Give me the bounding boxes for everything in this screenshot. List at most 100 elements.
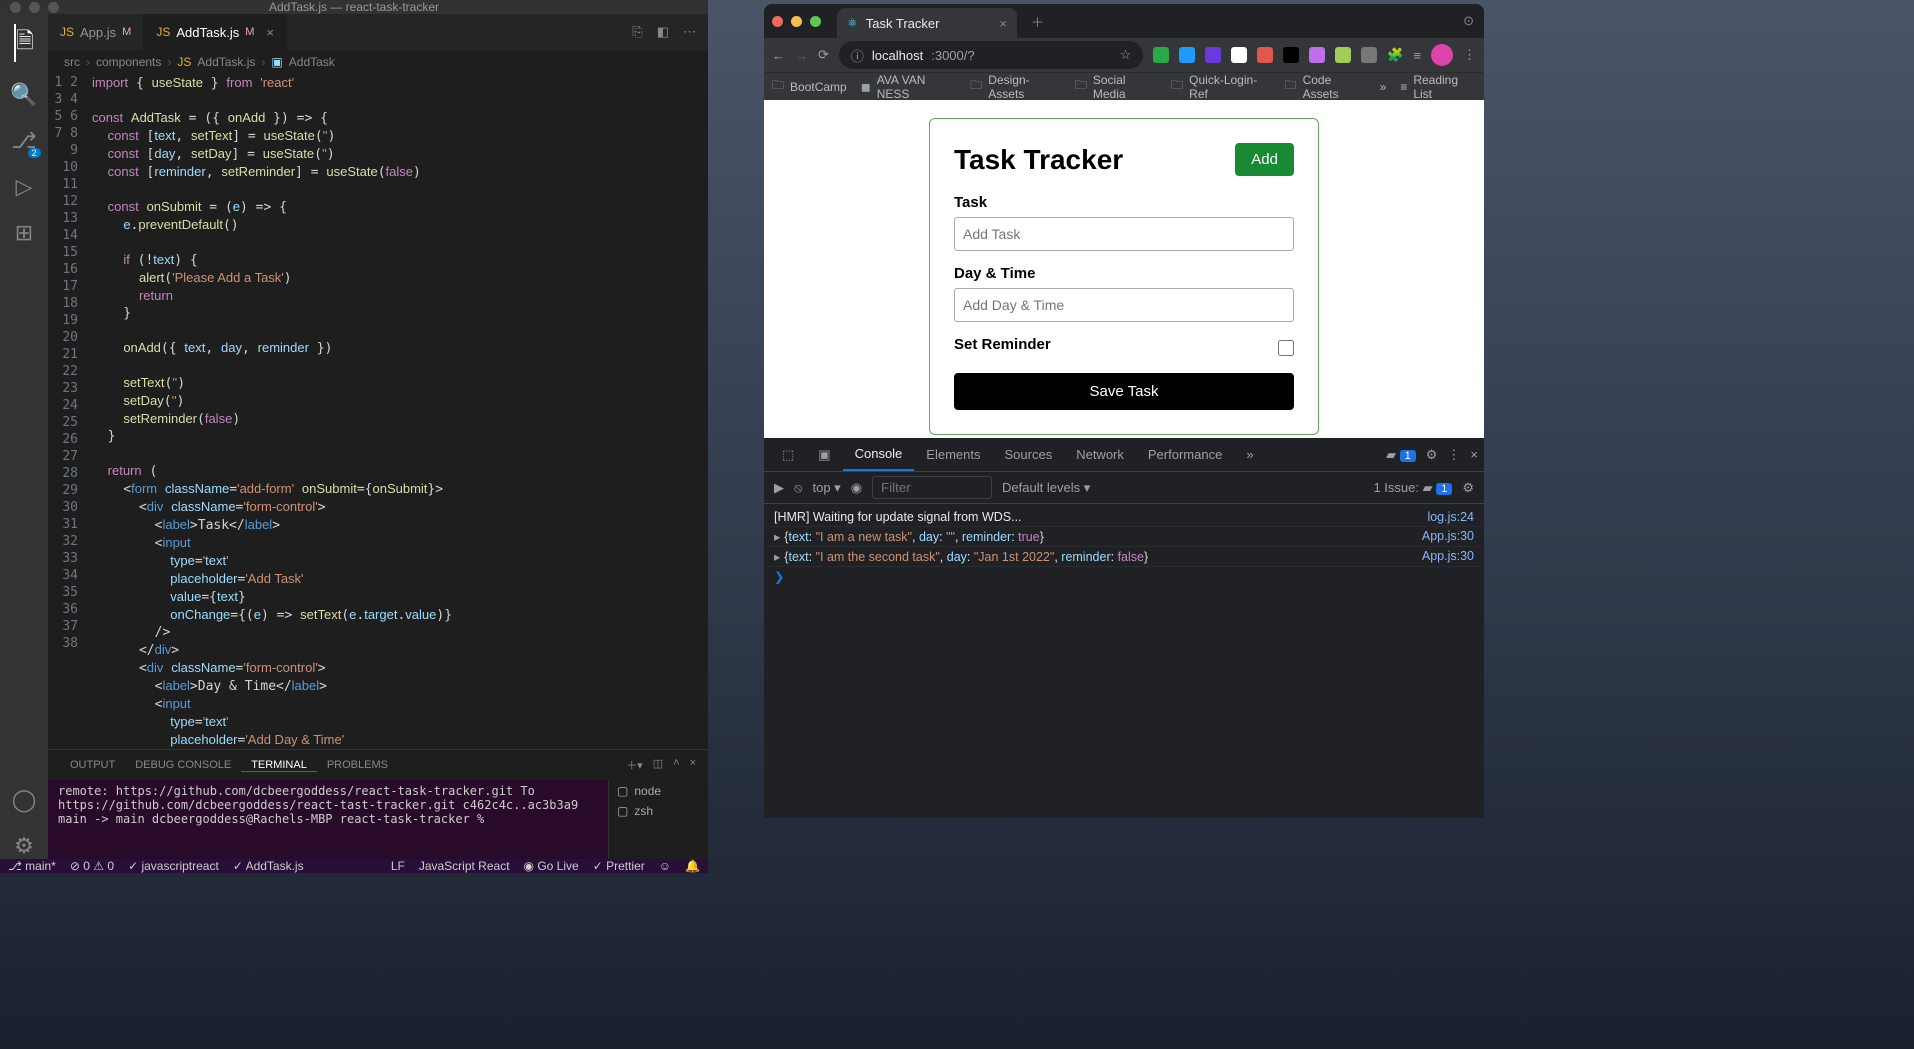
console-output[interactable]: [HMR] Waiting for update signal from WDS… <box>764 504 1484 818</box>
save-task-button[interactable]: Save Task <box>954 373 1294 410</box>
feedback-icon[interactable]: ☺ <box>659 859 671 873</box>
tab-elements[interactable]: Elements <box>914 438 992 471</box>
extension-icon[interactable] <box>1309 47 1325 63</box>
bookmark-item[interactable]: 🗀Design-Assets <box>970 73 1061 101</box>
panel-tab-problems[interactable]: PROBLEMS <box>317 759 398 771</box>
terminal[interactable]: remote: https://github.com/dcbeergoddess… <box>48 780 608 859</box>
bell-icon[interactable]: 🔔 <box>685 859 700 873</box>
code-editor[interactable]: 1 2 3 4 5 6 7 8 9 10 11 12 13 14 15 16 1… <box>48 74 708 749</box>
bookmark-item[interactable]: ◼AVA VAN NESS <box>861 73 957 101</box>
console-row[interactable]: ▸{text: "I am the second task", day: "Ja… <box>764 547 1484 567</box>
issues-link[interactable]: 1 Issue: ▰ 1 <box>1373 480 1452 496</box>
debug-icon[interactable]: ▷ <box>16 174 33 200</box>
close-icon[interactable] <box>772 16 783 27</box>
maximize-icon[interactable] <box>810 16 821 27</box>
bookmark-item[interactable]: 🗀Quick-Login-Ref <box>1171 73 1270 101</box>
inspect-icon[interactable]: ⬚ <box>770 438 806 471</box>
console-row[interactable]: [HMR] Waiting for update signal from WDS… <box>764 508 1484 527</box>
extension-icon[interactable] <box>1283 47 1299 63</box>
address-bar[interactable]: ⓘ localhost:3000/? ☆ <box>839 41 1143 69</box>
language-mode[interactable]: ✓ javascriptreact <box>128 859 219 873</box>
extension-icon[interactable] <box>1335 47 1351 63</box>
window-controls-icon[interactable]: ⊙ <box>1463 13 1474 29</box>
active-file[interactable]: ✓ AddTask.js <box>233 859 304 873</box>
explorer-icon[interactable]: 🗎 <box>14 24 34 62</box>
tab-sources[interactable]: Sources <box>993 438 1065 471</box>
show-drawer-icon[interactable]: ▶ <box>774 480 784 496</box>
filter-input[interactable] <box>872 476 992 499</box>
tab-app-js[interactable]: JS App.js M <box>48 14 144 50</box>
close-tab-icon[interactable]: × <box>999 16 1007 31</box>
forward-icon[interactable]: → <box>795 48 808 63</box>
live-expression-icon[interactable]: ◉ <box>851 480 862 496</box>
task-input[interactable] <box>954 217 1294 251</box>
new-tab-button[interactable]: ＋ <box>1023 12 1052 31</box>
bookmark-item[interactable]: 🗀BootCamp <box>772 76 847 97</box>
breadcrumb[interactable]: src› components› JS AddTask.js› ▣ AddTas… <box>48 50 708 74</box>
new-terminal-icon[interactable]: ＋▾ <box>626 757 643 773</box>
console-settings-icon[interactable]: ⚙ <box>1462 480 1474 496</box>
source-link[interactable]: App.js:30 <box>1422 549 1474 564</box>
menu-icon[interactable]: ⋮ <box>1447 447 1460 463</box>
star-icon[interactable]: ☆ <box>1120 47 1132 63</box>
terminal-item-node[interactable]: ▢ node <box>617 784 700 798</box>
tab-performance[interactable]: Performance <box>1136 438 1234 471</box>
minimap[interactable] <box>638 74 708 749</box>
source-control-icon[interactable]: ⎇2 <box>11 128 36 154</box>
add-button[interactable]: Add <box>1235 143 1294 176</box>
extension-icon[interactable] <box>1205 47 1221 63</box>
clear-console-icon[interactable]: ⦸ <box>794 480 802 496</box>
language-label[interactable]: JavaScript React <box>419 859 510 873</box>
extension-icon[interactable] <box>1361 47 1377 63</box>
context-selector[interactable]: top ▾ <box>812 480 840 496</box>
tab-network[interactable]: Network <box>1064 438 1136 471</box>
reload-icon[interactable]: ⟳ <box>818 47 829 63</box>
split-terminal-icon[interactable]: ◫ <box>653 757 663 773</box>
go-live[interactable]: ◉ Go Live <box>524 859 579 873</box>
day-input[interactable] <box>954 288 1294 322</box>
issues-badge[interactable]: ▰ 1 <box>1386 447 1416 463</box>
bookmarks-overflow-icon[interactable]: » <box>1380 80 1387 94</box>
gear-icon[interactable]: ⚙ <box>1426 447 1438 463</box>
more-actions-icon[interactable]: ⋯ <box>683 24 696 40</box>
device-toggle-icon[interactable]: ▣ <box>806 438 842 471</box>
gear-icon[interactable]: ⚙ <box>14 833 34 859</box>
errors-indicator[interactable]: ⊘ 0 ⚠ 0 <box>70 859 114 873</box>
tab-console[interactable]: Console <box>843 438 915 471</box>
tab-addtask-js[interactable]: JS AddTask.js M × <box>144 14 287 50</box>
source-link[interactable]: log.js:24 <box>1427 510 1474 524</box>
reminder-checkbox[interactable] <box>1278 340 1294 356</box>
bookmark-item[interactable]: 🗀Code Assets <box>1285 73 1366 101</box>
browser-tab[interactable]: ⚛ Task Tracker × <box>837 8 1017 38</box>
branch-indicator[interactable]: ⎇ main* <box>8 859 56 873</box>
close-icon[interactable] <box>10 2 21 13</box>
levels-selector[interactable]: Default levels ▾ <box>1002 480 1090 496</box>
eol-indicator[interactable]: LF <box>391 859 405 873</box>
close-tab-icon[interactable]: × <box>266 25 274 40</box>
more-tabs-icon[interactable]: » <box>1234 438 1265 471</box>
extensions-menu-icon[interactable]: 🧩 <box>1387 47 1403 63</box>
bookmark-item[interactable]: 🗀Social Media <box>1075 73 1157 101</box>
menu-icon[interactable]: ⋮ <box>1463 47 1476 63</box>
reading-list-button[interactable]: ≡ Reading List <box>1400 73 1476 101</box>
maximize-icon[interactable] <box>48 2 59 13</box>
minimize-icon[interactable] <box>29 2 40 13</box>
console-prompt[interactable]: ❯ <box>764 567 1484 586</box>
panel-tab-output[interactable]: OUTPUT <box>60 759 125 771</box>
git-compare-icon[interactable]: ⎘ <box>632 24 642 40</box>
back-icon[interactable]: ← <box>772 48 785 63</box>
split-editor-icon[interactable]: ◧ <box>657 24 669 40</box>
extension-icon[interactable] <box>1153 47 1169 63</box>
site-info-icon[interactable]: ⓘ <box>851 46 864 65</box>
extension-icon[interactable] <box>1231 47 1247 63</box>
account-icon[interactable]: ◯ <box>12 787 37 813</box>
search-icon[interactable]: 🔍 <box>10 82 37 108</box>
code-content[interactable]: import { useState } from 'react' const A… <box>92 74 638 749</box>
reading-list-icon[interactable]: ≡ <box>1413 48 1421 63</box>
source-link[interactable]: App.js:30 <box>1422 529 1474 544</box>
extension-icon[interactable] <box>1179 47 1195 63</box>
chevron-up-icon[interactable]: ˄ <box>673 757 679 773</box>
terminal-item-zsh[interactable]: ▢ zsh <box>617 804 700 818</box>
minimize-icon[interactable] <box>791 16 802 27</box>
extensions-icon[interactable]: ⊞ <box>15 220 33 246</box>
